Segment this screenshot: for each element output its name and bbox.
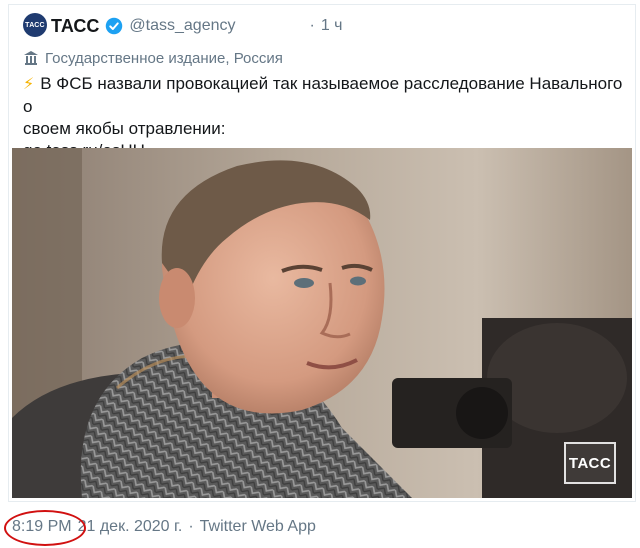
government-building-icon (23, 50, 39, 66)
tweet-text-2: своем якобы отравлении: (23, 119, 226, 138)
tweet-header: ТАСС @tass_agency · 1 ч (51, 15, 611, 37)
photo-illustration (12, 148, 632, 498)
header-separator: · (309, 17, 315, 34)
tweet-screenshot: ТАСС ТАСС @tass_agency · 1 ч Государстве… (0, 0, 640, 548)
tweet-text-1: В ФСБ назвали провокацией так называемое… (23, 74, 623, 116)
footer-separator: · (188, 518, 194, 535)
verified-badge-icon (105, 17, 123, 35)
red-annotation-circle (4, 510, 86, 546)
timestamp-time[interactable]: 8:19 PM (4, 510, 86, 546)
display-name[interactable]: ТАСС (51, 16, 99, 37)
relative-time[interactable]: 1 ч (321, 17, 343, 35)
tweet-photo[interactable]: ТАСС (12, 148, 632, 498)
tass-watermark: ТАСС (564, 442, 616, 484)
avatar[interactable]: ТАСС (23, 13, 47, 37)
state-media-label[interactable]: Государственное издание, Россия (23, 47, 283, 69)
tweet-footer: 8:19 PM 21 дек. 2020 г. · Twitter Web Ap… (4, 510, 632, 546)
lightning-bolt-icon: ⚡ (23, 76, 35, 93)
client-name[interactable]: Twitter Web App (200, 518, 316, 536)
tweet-text-line-1: ⚡ В ФСБ назвали провокацией так называемо… (23, 73, 631, 118)
state-media-label-text: Государственное издание, Россия (45, 49, 283, 67)
account-handle[interactable]: @tass_agency (129, 17, 235, 35)
avatar-text: ТАСС (25, 21, 45, 29)
timestamp-date[interactable]: 21 дек. 2020 г. (78, 518, 183, 536)
